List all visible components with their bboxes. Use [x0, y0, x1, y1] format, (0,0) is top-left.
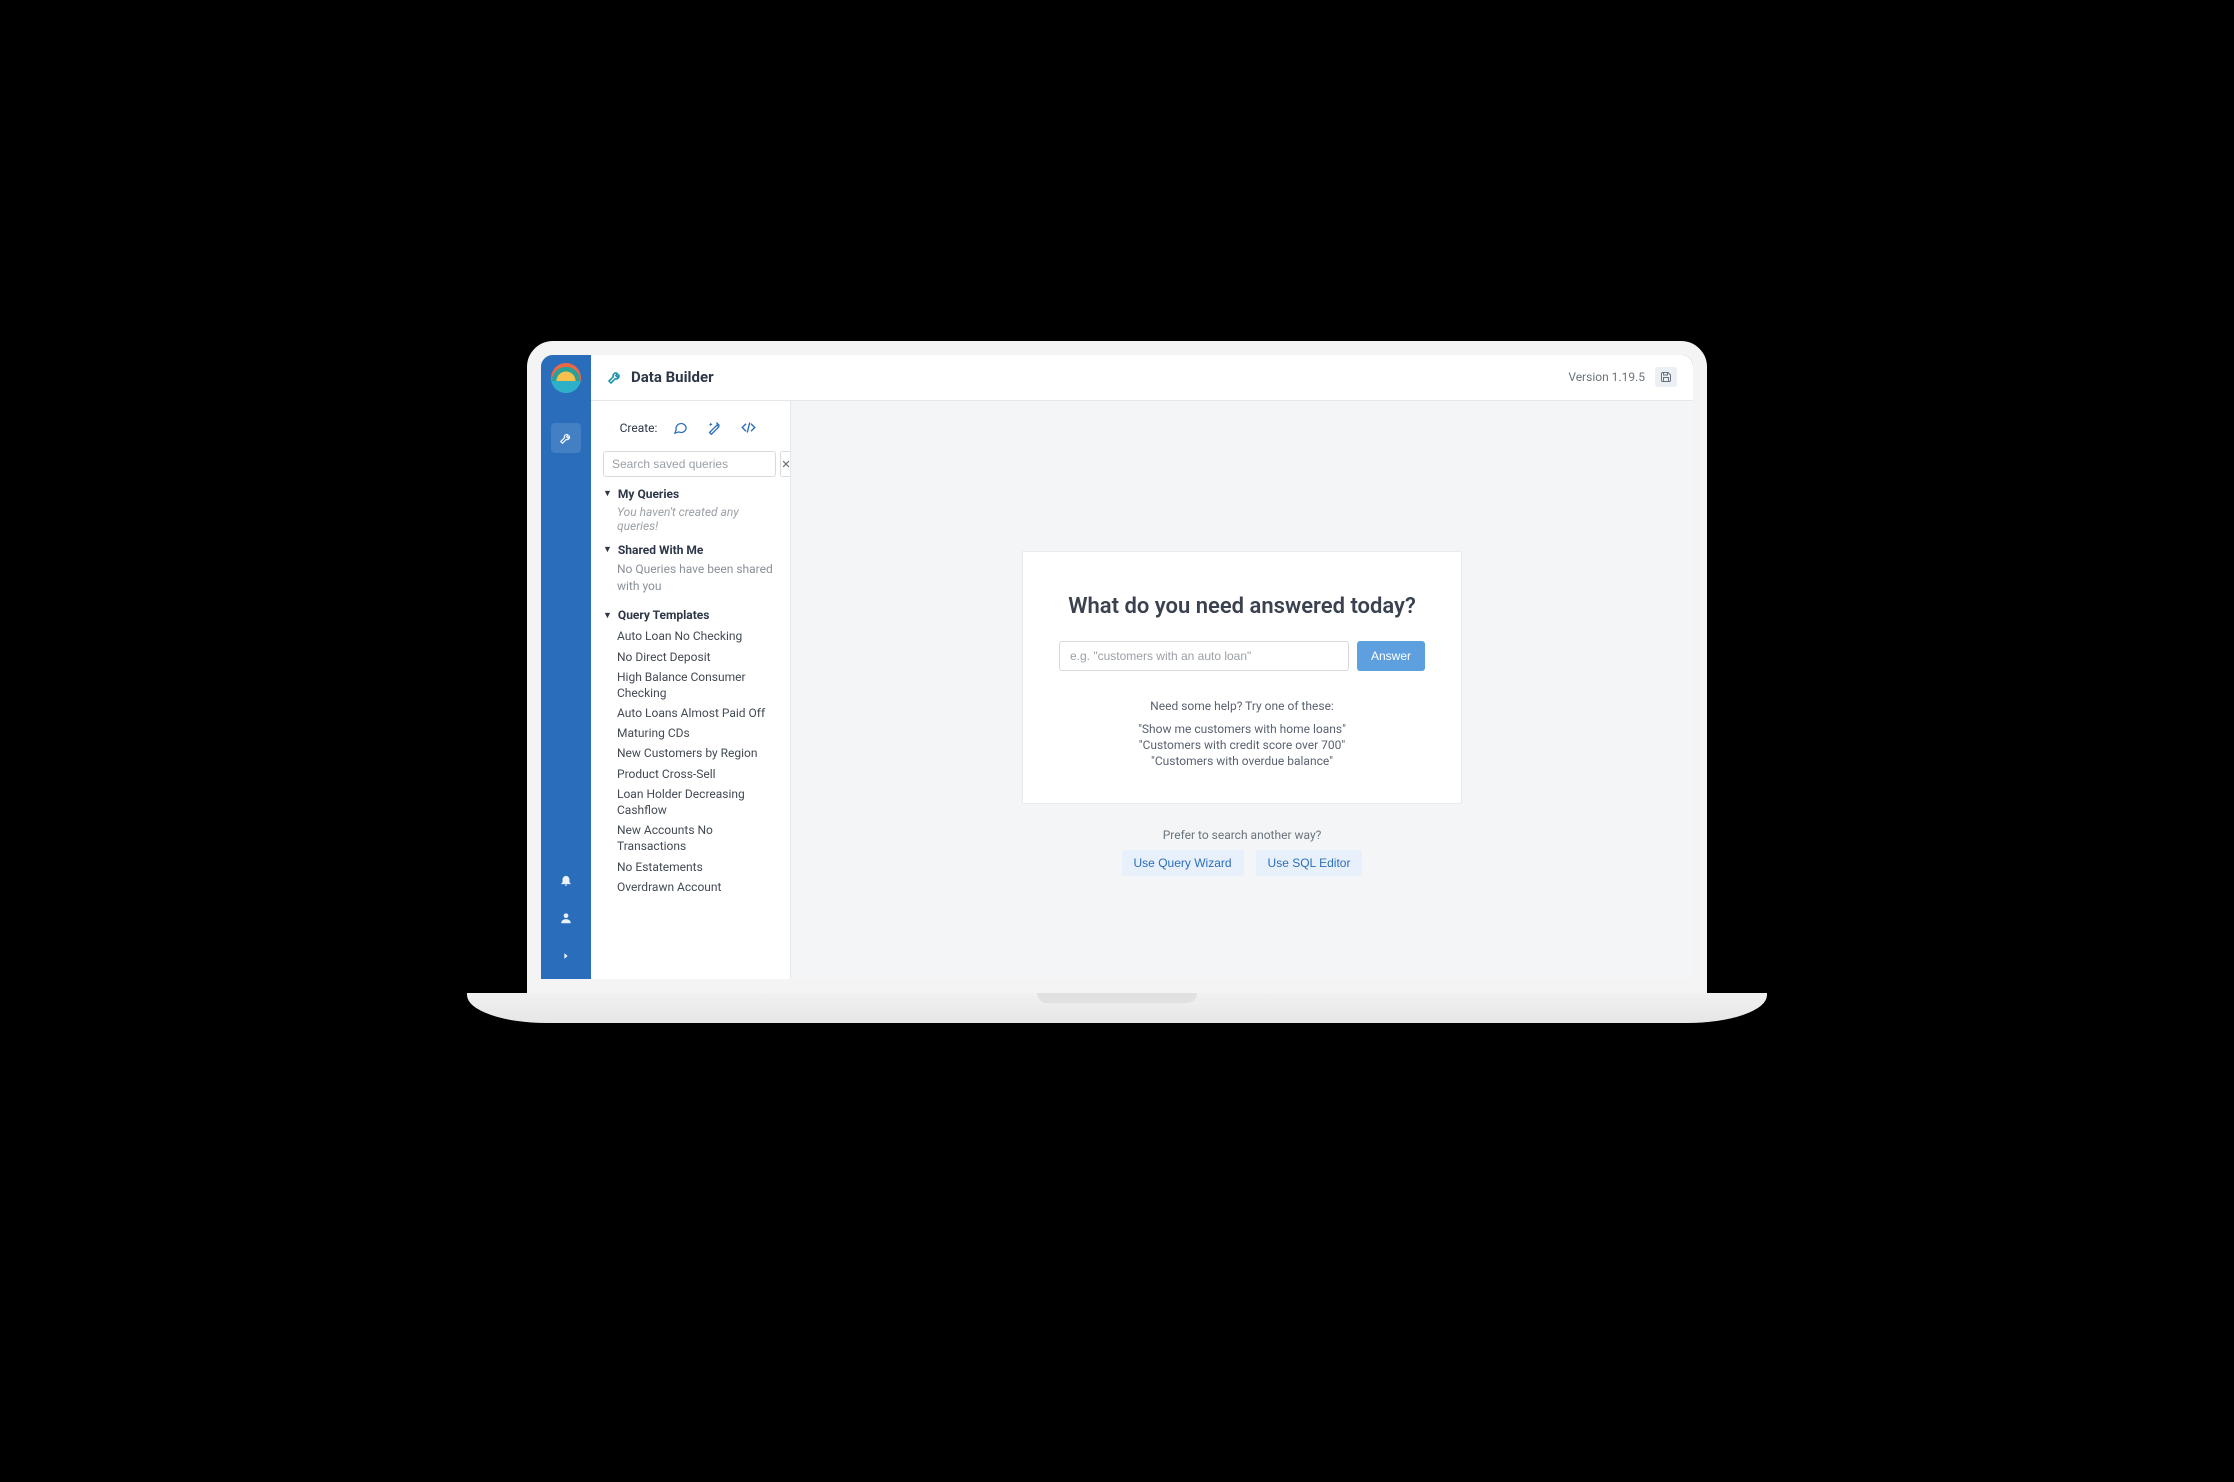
- user-icon: [559, 911, 573, 925]
- caret-down-icon: ▼: [603, 544, 612, 555]
- page-title-text: Data Builder: [631, 368, 714, 386]
- create-chat-button[interactable]: [667, 415, 693, 441]
- example-query[interactable]: "Show me customers with home loans": [1059, 721, 1425, 737]
- create-wizard-button[interactable]: [701, 415, 727, 441]
- section-title: My Queries: [618, 487, 679, 501]
- use-wizard-button[interactable]: Use Query Wizard: [1122, 850, 1244, 876]
- main-heading: What do you need answered today?: [1059, 594, 1425, 619]
- caret-down-icon: ▼: [603, 610, 612, 621]
- rail-item-data-builder[interactable]: [551, 423, 581, 453]
- section-shared-header[interactable]: ▼ Shared With Me: [603, 543, 778, 557]
- save-button[interactable]: [1655, 367, 1677, 387]
- alt-search-section: Prefer to search another way? Use Query …: [1122, 828, 1363, 876]
- answer-button[interactable]: Answer: [1357, 641, 1425, 671]
- help-heading: Need some help? Try one of these:: [1059, 699, 1425, 713]
- clear-search-button[interactable]: [780, 451, 791, 477]
- logo[interactable]: [551, 363, 581, 393]
- use-sql-button[interactable]: Use SQL Editor: [1256, 850, 1363, 876]
- version-label: Version 1.19.5: [1568, 370, 1645, 384]
- code-icon: [741, 420, 756, 435]
- laptop-mockup: Data Builder Version 1.19.5: [527, 341, 1707, 1023]
- section-title: Query Templates: [618, 608, 710, 622]
- question-input[interactable]: [1059, 641, 1349, 671]
- top-bar: Data Builder Version 1.19.5: [591, 355, 1693, 401]
- section-title: Shared With Me: [618, 543, 703, 557]
- shared-empty: No Queries have been shared with you: [617, 561, 778, 595]
- my-queries-empty: You haven't created any queries!: [617, 505, 778, 533]
- camera-icon: [1114, 347, 1121, 354]
- wrench-icon: [607, 369, 623, 385]
- side-panel: Create:: [591, 401, 791, 979]
- rail-expand-button[interactable]: [551, 941, 581, 971]
- example-query[interactable]: "Customers with credit score over 700": [1059, 737, 1425, 753]
- template-item[interactable]: Loan Holder Decreasing Cashflow: [617, 784, 778, 820]
- create-sql-button[interactable]: [735, 415, 761, 441]
- caret-down-icon: ▼: [603, 488, 612, 499]
- page-title: Data Builder: [607, 368, 714, 386]
- left-rail: [541, 355, 591, 979]
- templates-list: Auto Loan No CheckingNo Direct DepositHi…: [603, 626, 778, 897]
- example-query[interactable]: "Customers with overdue balance": [1059, 753, 1425, 769]
- section-my-queries-header[interactable]: ▼ My Queries: [603, 487, 778, 501]
- search-input[interactable]: [603, 451, 776, 477]
- main-content: What do you need answered today? Answer …: [791, 401, 1693, 979]
- chevron-right-icon: [561, 951, 571, 961]
- wrench-icon: [559, 431, 573, 445]
- prefer-label: Prefer to search another way?: [1122, 828, 1363, 842]
- template-item[interactable]: Product Cross-Sell: [617, 764, 778, 784]
- chat-icon: [673, 420, 688, 435]
- create-row: Create:: [603, 415, 778, 441]
- save-icon: [1660, 371, 1672, 383]
- question-card: What do you need answered today? Answer …: [1022, 551, 1462, 804]
- template-item[interactable]: New Accounts No Transactions: [617, 820, 778, 856]
- examples-list: "Show me customers with home loans""Cust…: [1059, 721, 1425, 769]
- bell-icon: [559, 873, 573, 887]
- rail-item-user[interactable]: [551, 903, 581, 933]
- app-root: Data Builder Version 1.19.5: [541, 355, 1693, 979]
- template-item[interactable]: Auto Loans Almost Paid Off: [617, 703, 778, 723]
- section-templates-header[interactable]: ▼ Query Templates: [603, 608, 778, 622]
- template-item[interactable]: New Customers by Region: [617, 743, 778, 763]
- template-item[interactable]: Maturing CDs: [617, 723, 778, 743]
- create-label: Create:: [620, 421, 658, 435]
- template-item[interactable]: Overdrawn Account: [617, 877, 778, 897]
- wand-icon: [707, 420, 722, 435]
- template-item[interactable]: High Balance Consumer Checking: [617, 667, 778, 703]
- close-icon: [781, 459, 791, 469]
- template-item[interactable]: Auto Loan No Checking: [617, 626, 778, 646]
- template-item[interactable]: No Estatements: [617, 857, 778, 877]
- template-item[interactable]: No Direct Deposit: [617, 647, 778, 667]
- rail-item-notifications[interactable]: [551, 865, 581, 895]
